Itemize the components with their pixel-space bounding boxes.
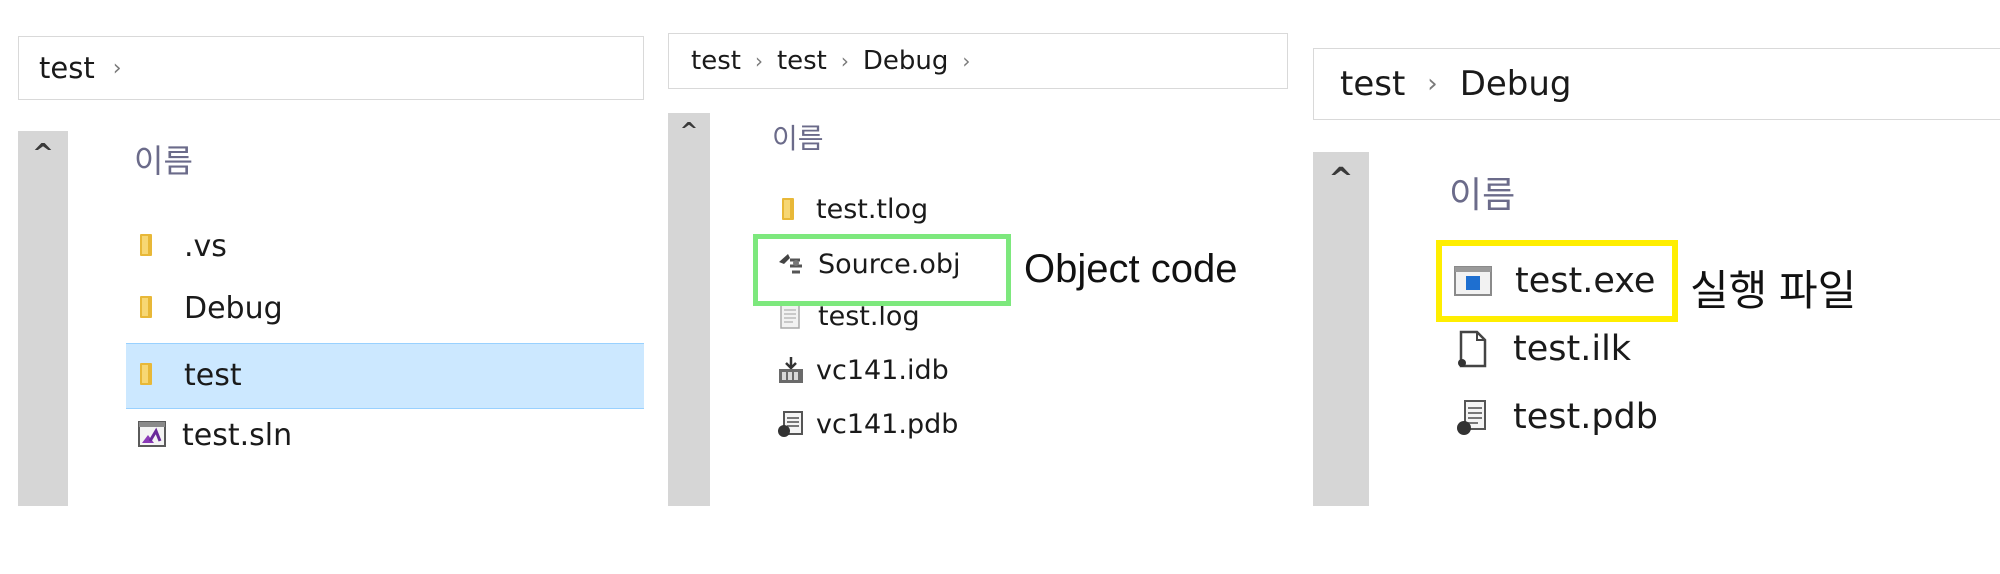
list-item[interactable]: test.pdb [1455,392,1658,442]
chevron-right-icon[interactable]: › [1427,69,1437,99]
breadcrumb-item[interactable]: test [1340,64,1405,104]
address-bar[interactable]: test › [18,36,644,100]
vertical-scrollbar[interactable]: ^ [668,113,710,506]
highlight-box-executable [1436,240,1678,322]
list-item[interactable]: test.tlog [780,190,928,228]
file-name: vc141.pdb [816,408,959,440]
ilk-file-icon [1455,330,1489,368]
explorer-panel-test: test › ^ 이름 .vs Debug test test.sln [18,36,644,506]
file-name: test.ilk [1513,329,1632,369]
chevron-right-icon[interactable]: › [841,49,849,73]
column-header-name[interactable]: 이름 [134,136,193,182]
column-header-name[interactable]: 이름 [772,117,824,157]
highlight-box-object-code [753,234,1011,306]
scroll-up-arrow-icon[interactable]: ^ [668,119,710,144]
chevron-right-icon[interactable]: › [113,56,122,81]
list-item[interactable]: .vs [138,224,227,268]
list-item[interactable]: Debug [138,286,283,330]
file-name: test.tlog [816,193,929,225]
chevron-right-icon[interactable]: › [755,49,763,73]
file-name: test.pdb [1513,397,1658,437]
breadcrumb-item[interactable]: Debug [1460,64,1572,104]
vertical-scrollbar[interactable]: ^ [18,131,68,506]
list-item[interactable]: vc141.idb [776,351,949,389]
scroll-up-arrow-icon[interactable]: ^ [1313,162,1369,197]
file-name: Debug [184,290,283,326]
breadcrumb-item[interactable]: test [691,46,741,76]
folder-icon [138,360,158,390]
file-name: test [184,357,242,393]
scroll-up-arrow-icon[interactable]: ^ [18,139,68,169]
list-item[interactable]: vc141.pdb [776,405,958,443]
pdb-file-icon [776,409,806,439]
annotation-executable: 실행 파일 [1690,267,1857,314]
breadcrumb-item[interactable]: Debug [863,46,949,76]
list-item[interactable]: test [138,353,242,397]
file-name: .vs [184,228,227,264]
pdb-file-icon [1455,398,1489,436]
chevron-right-icon[interactable]: › [962,49,970,73]
file-name: vc141.idb [816,354,949,386]
annotation-object-code: Object code [1024,247,1238,291]
visual-studio-solution-icon [136,419,168,451]
idb-file-icon [776,355,806,385]
address-bar[interactable]: test › Debug [1313,48,2000,120]
address-bar[interactable]: test › test › Debug › [668,33,1288,89]
folder-icon [780,195,798,223]
breadcrumb-item[interactable]: test [777,46,827,76]
vertical-scrollbar[interactable]: ^ [1313,152,1369,506]
breadcrumb-item[interactable]: test [39,51,95,85]
column-header-name[interactable]: 이름 [1449,166,1515,218]
text-file-icon [778,302,802,330]
folder-icon [138,293,158,323]
list-item[interactable]: test.sln [136,413,292,457]
folder-icon [138,231,158,261]
list-item[interactable]: test.ilk [1455,324,1631,374]
file-name: test.sln [182,417,293,453]
